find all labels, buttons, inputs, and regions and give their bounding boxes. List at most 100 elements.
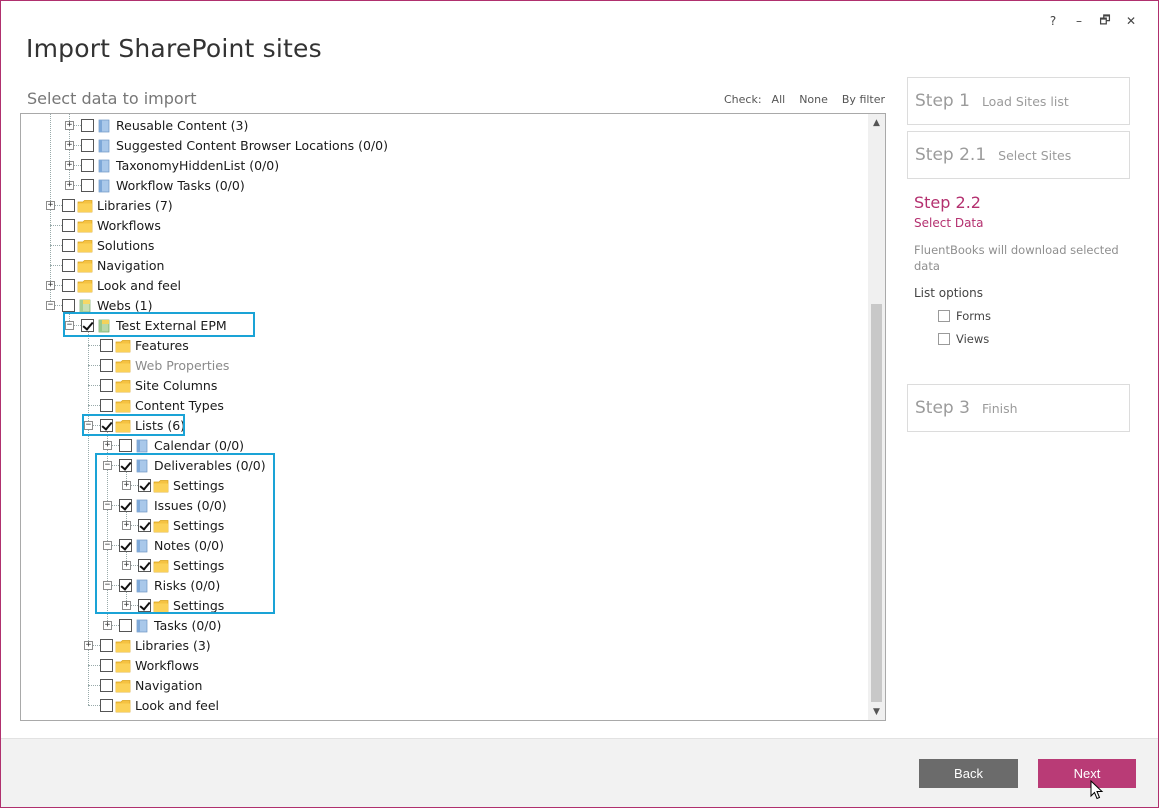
folder-icon: [115, 378, 131, 393]
tree-node[interactable]: Workflows: [46, 215, 161, 235]
tree-node-checkbox[interactable]: [62, 218, 75, 232]
tree-node-label: Web Properties: [135, 357, 230, 373]
tree-node-label: Workflow Tasks (0/0): [116, 177, 245, 193]
scroll-down-icon[interactable]: ▼: [868, 703, 885, 720]
tree-node-checkbox[interactable]: [100, 698, 113, 712]
step-3-number: Step 3: [915, 398, 970, 418]
tree-node-checkbox[interactable]: [81, 158, 94, 172]
tree-node-checkbox[interactable]: [62, 198, 75, 212]
step-1[interactable]: Step 1 Load Sites list: [907, 77, 1130, 125]
tree-node-checkbox[interactable]: [100, 658, 113, 672]
folder-icon: [77, 238, 93, 253]
tree-node-checkbox[interactable]: [119, 618, 132, 632]
tree-node-label: Site Columns: [135, 377, 218, 393]
tree-node-label: Suggested Content Browser Locations (0/0…: [116, 137, 388, 153]
tree-node-checkbox[interactable]: [62, 238, 75, 252]
expand-icon[interactable]: +: [65, 180, 74, 190]
tree-node-label: Solutions: [97, 237, 155, 253]
step-3[interactable]: Step 3 Finish: [907, 384, 1130, 432]
folder-icon: [115, 358, 131, 373]
tree-node[interactable]: + Workflow Tasks (0/0): [65, 175, 245, 195]
scroll-thumb[interactable]: [871, 304, 882, 702]
step-2-2-description: FluentBooks will download selected data: [914, 243, 1119, 273]
tree-node-checkbox[interactable]: [100, 378, 113, 392]
expand-icon[interactable]: +: [65, 140, 74, 150]
tree-node[interactable]: Workflows: [84, 655, 199, 675]
tree-node[interactable]: + Suggested Content Browser Locations (0/…: [65, 135, 388, 155]
views-checkbox[interactable]: [938, 333, 950, 345]
highlight-lists: [82, 414, 185, 436]
expand-icon[interactable]: +: [65, 120, 74, 130]
expand-icon[interactable]: +: [65, 160, 74, 170]
restore-icon[interactable]: 🗗: [1092, 11, 1118, 31]
expand-icon[interactable]: +: [103, 620, 112, 630]
tree-node[interactable]: + TaxonomyHiddenList (0/0): [65, 155, 279, 175]
scroll-up-icon[interactable]: ▲: [868, 114, 885, 131]
expand-icon[interactable]: +: [46, 200, 55, 210]
tree-node[interactable]: Solutions: [46, 235, 154, 255]
list-options-title: List options: [914, 286, 983, 300]
check-by-filter-link[interactable]: By filter: [842, 93, 885, 106]
collapse-icon[interactable]: −: [46, 300, 55, 310]
tree-node[interactable]: Web Properties: [84, 355, 229, 375]
folder-icon: [115, 338, 131, 353]
tree-node-checkbox[interactable]: [62, 298, 75, 312]
tree-node-checkbox[interactable]: [100, 338, 113, 352]
tree-node[interactable]: Navigation: [46, 255, 164, 275]
option-forms[interactable]: Forms: [938, 309, 1124, 323]
step-1-name: Load Sites list: [981, 93, 1069, 109]
expand-icon[interactable]: +: [84, 640, 93, 650]
highlight-test-external-epm: [63, 312, 255, 337]
tree-node[interactable]: Navigation: [84, 675, 202, 695]
tree-node-checkbox[interactable]: [100, 638, 113, 652]
tree-node[interactable]: + Look and feel: [46, 275, 181, 295]
tree-node[interactable]: + Calendar (0/0): [103, 435, 244, 455]
tree-node[interactable]: Features: [84, 335, 189, 355]
folder-icon: [77, 218, 93, 233]
tree-node[interactable]: + Reusable Content (3): [65, 115, 248, 135]
tree-node-checkbox[interactable]: [62, 278, 75, 292]
tree-node-checkbox[interactable]: [100, 678, 113, 692]
tree-node-checkbox[interactable]: [62, 258, 75, 272]
tree-node[interactable]: + Libraries (3): [84, 635, 211, 655]
help-icon[interactable]: ?: [1040, 11, 1066, 31]
tree-node-checkbox[interactable]: [100, 398, 113, 412]
back-button[interactable]: Back: [919, 759, 1018, 788]
forms-checkbox[interactable]: [938, 310, 950, 322]
folder-icon: [115, 678, 131, 693]
check-all-link[interactable]: All: [772, 93, 786, 106]
folder-icon: [77, 198, 93, 213]
tree-node[interactable]: + Libraries (7): [46, 195, 173, 215]
tree-node-label: Libraries (7): [97, 197, 173, 213]
step-1-number: Step 1: [915, 91, 970, 111]
expand-icon[interactable]: +: [46, 280, 55, 290]
close-icon[interactable]: ✕: [1118, 11, 1144, 31]
tree-node[interactable]: Content Types: [84, 395, 224, 415]
list-icon: [134, 438, 150, 453]
tree-node-checkbox[interactable]: [119, 438, 132, 452]
expand-icon[interactable]: +: [103, 440, 112, 450]
tree-node-checkbox[interactable]: [81, 138, 94, 152]
tree-node[interactable]: Look and feel: [84, 695, 219, 715]
step-2-1[interactable]: Step 2.1 Select Sites: [907, 131, 1130, 179]
step-2-2-name: Select Data: [914, 216, 984, 230]
check-none-link[interactable]: None: [799, 93, 828, 106]
step-3-name: Finish: [981, 400, 1018, 416]
tree-scrollbar[interactable]: ▲ ▼: [868, 114, 885, 720]
tree-node-label: Workflows: [97, 217, 161, 233]
tree-node-label: Libraries (3): [135, 637, 211, 653]
next-button[interactable]: Next: [1038, 759, 1136, 788]
tree-node[interactable]: + Tasks (0/0): [103, 615, 221, 635]
tree-node-checkbox[interactable]: [81, 118, 94, 132]
tree-node-checkbox[interactable]: [100, 358, 113, 372]
minimize-icon[interactable]: –: [1066, 11, 1092, 31]
tree-node-label: Webs (1): [97, 297, 153, 313]
folder-icon: [77, 258, 93, 273]
list-icon: [96, 158, 112, 173]
tree-node[interactable]: Site Columns: [84, 375, 217, 395]
option-views[interactable]: Views: [938, 332, 1124, 346]
tree-node-checkbox[interactable]: [81, 178, 94, 192]
